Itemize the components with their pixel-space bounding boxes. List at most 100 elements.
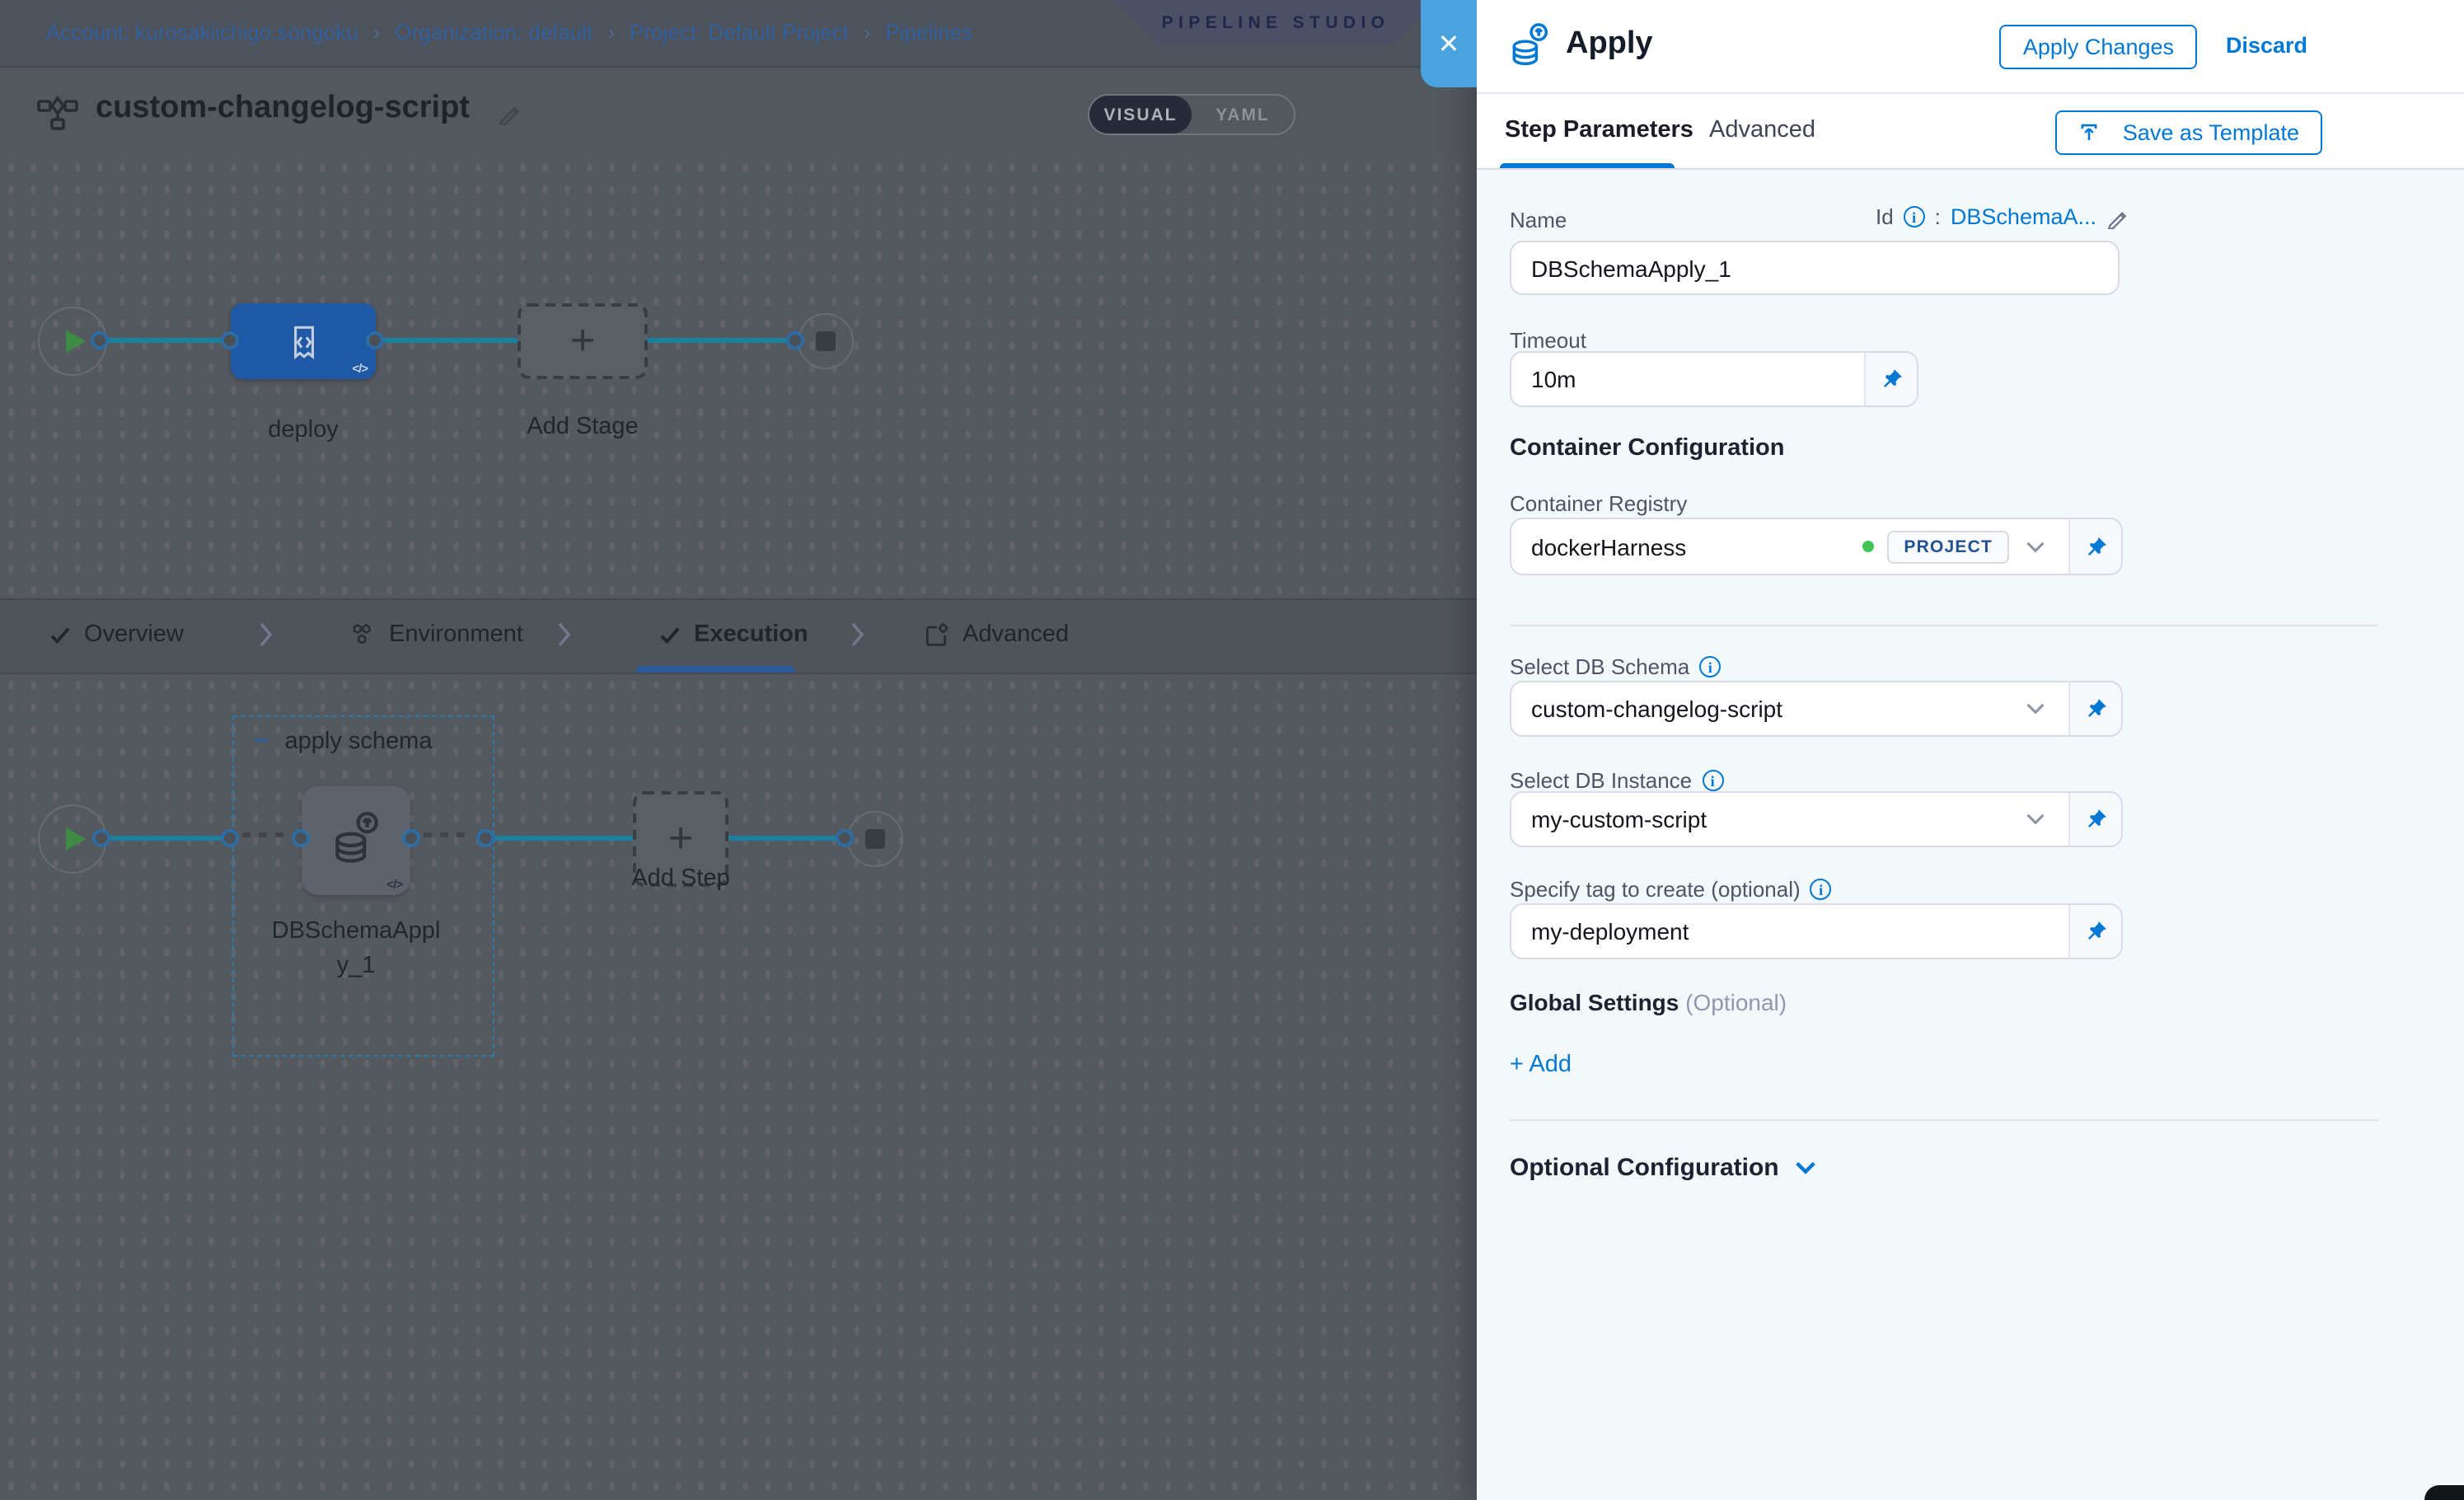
optional-hint: (Optional) <box>1685 989 1787 1015</box>
tab-environment[interactable]: Environment <box>349 621 523 648</box>
toggle-visual[interactable]: VISUAL <box>1089 96 1192 134</box>
chevron-down-icon <box>2026 813 2045 826</box>
container-configuration-heading: Container Configuration <box>1510 435 1785 462</box>
stage-label-deploy: deploy <box>231 417 376 443</box>
advanced-tab-icon <box>923 621 949 648</box>
tab-step-parameters[interactable]: Step Parameters <box>1505 117 1693 143</box>
timeout-value: 10m <box>1531 366 1844 392</box>
environment-icon <box>349 621 376 648</box>
connector-dot <box>476 829 494 847</box>
info-icon[interactable]: i <box>1699 656 1721 677</box>
plus-icon: + <box>668 816 693 859</box>
execution-graph-canvas[interactable] <box>0 673 1477 1500</box>
pin-icon <box>1880 368 1903 391</box>
step-id-value: DBSchemaA... <box>1951 204 2096 229</box>
edit-id-icon[interactable] <box>2106 205 2129 228</box>
breadcrumb-account[interactable]: Account: kurosakiichigo.songoku <box>46 20 358 45</box>
stage-node-deploy[interactable]: </> <box>231 303 376 379</box>
chevron-down-icon <box>1796 1160 1817 1175</box>
connector-line <box>494 836 633 840</box>
plus-icon: + <box>570 318 595 361</box>
container-registry-label: Container Registry <box>1510 491 1687 516</box>
pipeline-title: custom-changelog-script <box>96 91 470 127</box>
db-schema-label: Select DB Schema i <box>1510 654 1721 679</box>
pipeline-end-node <box>798 313 854 369</box>
timeout-field[interactable]: 10m <box>1510 351 1918 407</box>
toggle-yaml[interactable]: YAML <box>1192 96 1294 134</box>
breadcrumb: Account: kurosakiichigo.songoku › Organi… <box>46 20 972 45</box>
check-icon <box>659 626 681 644</box>
close-panel-button[interactable]: ✕ <box>1421 0 1477 87</box>
play-icon <box>66 330 86 353</box>
tab-advanced[interactable]: Advanced <box>923 621 1069 648</box>
add-stage-label: Add Stage <box>494 414 671 440</box>
timeout-label: Timeout <box>1510 328 1586 353</box>
chevron-down-icon[interactable] <box>2026 540 2045 553</box>
panel-title: Apply <box>1566 26 1653 63</box>
add-stage-button[interactable]: + <box>518 303 648 379</box>
pin-icon <box>2084 920 2107 943</box>
add-global-setting-button[interactable]: + Add <box>1510 1052 1572 1078</box>
close-icon: ✕ <box>1438 27 1460 60</box>
apply-changes-button[interactable]: Apply Changes <box>2000 25 2197 69</box>
discard-button[interactable]: Discard <box>2226 33 2307 58</box>
connector-status-dot <box>1862 541 1874 552</box>
db-schema-select[interactable]: custom-changelog-script <box>1510 681 2123 737</box>
stop-icon <box>816 331 836 351</box>
upload-icon <box>2078 122 2100 143</box>
pin-icon <box>2084 808 2107 831</box>
connector-dot <box>292 829 310 847</box>
stage-graph-canvas[interactable] <box>0 157 1477 598</box>
connector-dot <box>836 829 854 847</box>
chevron-right-icon <box>259 621 274 656</box>
container-registry-field[interactable]: dockerHarness PROJECT <box>1510 518 2123 575</box>
section-divider <box>1510 625 2378 626</box>
info-icon[interactable]: i <box>1702 770 1723 791</box>
tag-label: Specify tag to create (optional) i <box>1510 877 1832 902</box>
connector-dot <box>92 829 110 847</box>
tag-value: my-deployment <box>1531 918 2049 945</box>
step-node-dbschemaapply[interactable]: </> <box>302 786 410 895</box>
pin-input-type-button[interactable] <box>2068 793 2121 846</box>
breadcrumb-pipelines[interactable]: Pipelines <box>886 20 973 45</box>
tab-execution[interactable]: Execution <box>659 621 808 648</box>
pipeline-canvas-region: Account: kurosakiichigo.songoku › Organi… <box>0 0 1477 1500</box>
pin-input-type-button[interactable] <box>2068 519 2121 574</box>
collapse-group-icon[interactable]: − <box>254 727 269 755</box>
pipeline-studio-badge: PIPELINE STUDIO <box>1114 0 1437 45</box>
connector-dot <box>91 331 109 349</box>
db-apply-step-icon <box>328 809 384 872</box>
info-icon[interactable]: i <box>1811 879 1832 900</box>
pin-input-type-button[interactable] <box>2068 905 2121 958</box>
tab-overview[interactable]: Overview <box>49 621 184 648</box>
custom-stage-icon <box>283 321 324 362</box>
save-as-template-button[interactable]: Save as Template <box>2055 110 2322 155</box>
selected-tab-underline <box>1500 162 1675 168</box>
db-instance-select[interactable]: my-custom-script <box>1510 791 2123 847</box>
pin-icon <box>2084 535 2107 558</box>
breadcrumb-project[interactable]: Project: Default Project <box>630 20 849 45</box>
panel-tabs-bar: Step Parameters Advanced Save as Templat… <box>1477 94 2464 170</box>
chevron-down-icon <box>2026 702 2045 715</box>
pipeline-graph-icon <box>36 92 79 140</box>
db-schema-value: custom-changelog-script <box>1531 696 2009 722</box>
optional-configuration-toggle[interactable]: Optional Configuration <box>1510 1154 1817 1182</box>
name-input[interactable] <box>1510 241 2120 295</box>
pin-input-type-button[interactable] <box>1864 353 1917 405</box>
edit-pipeline-name-icon[interactable] <box>498 101 522 134</box>
chevron-right-icon <box>557 621 572 656</box>
connector-dot <box>402 829 420 847</box>
breadcrumb-organization[interactable]: Organization: default <box>395 20 593 45</box>
pipeline-studio-screen: Account: kurosakiichigo.songoku › Organi… <box>0 0 2464 1500</box>
tab-panel-advanced[interactable]: Advanced <box>1709 117 1815 143</box>
connector-dot <box>366 331 384 349</box>
corner-overlay-sliver <box>2424 1485 2464 1500</box>
tag-field[interactable]: my-deployment <box>1510 903 2123 959</box>
chevron-right-icon: › <box>607 19 615 44</box>
info-icon[interactable]: i <box>1904 206 1925 227</box>
stage-tabs-bar: Overview Environment Execution <box>0 598 1477 673</box>
connector-line <box>381 338 518 342</box>
pin-icon <box>2084 697 2107 720</box>
name-label: Name <box>1510 208 1567 232</box>
pin-input-type-button[interactable] <box>2068 682 2121 735</box>
